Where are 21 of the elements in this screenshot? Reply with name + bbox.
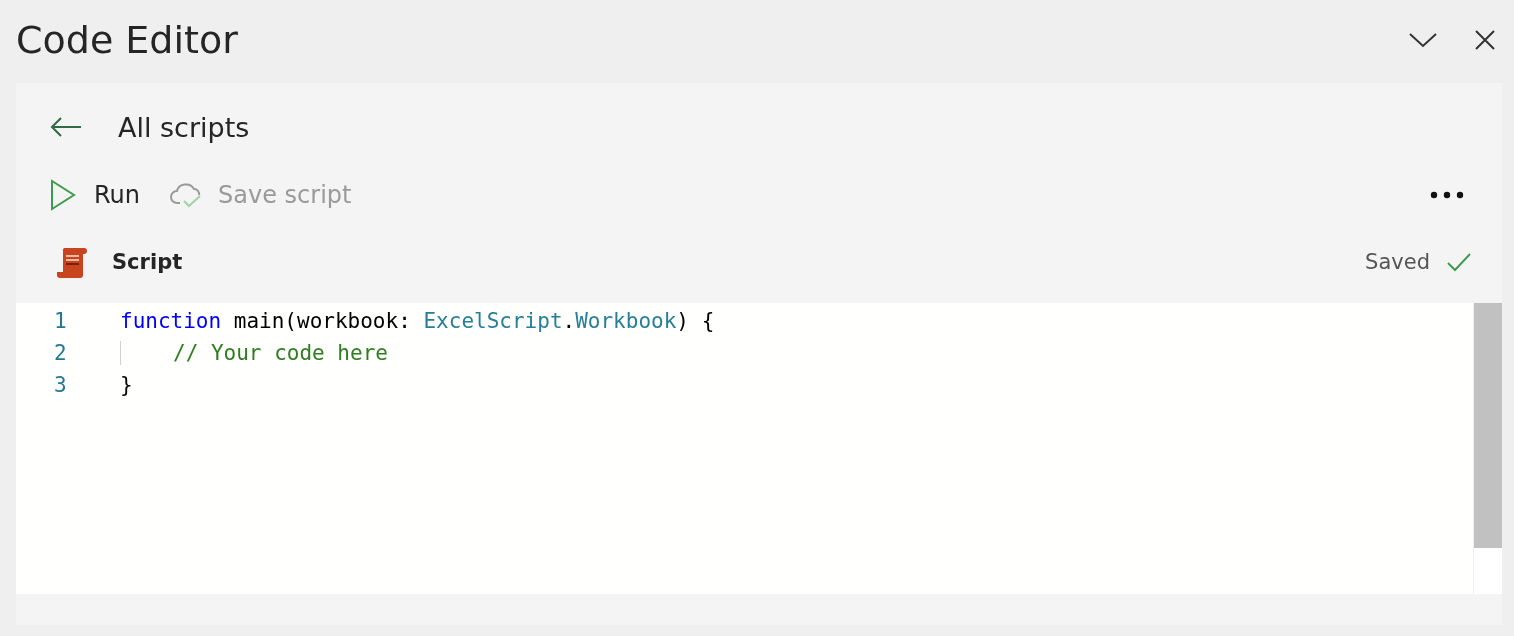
code-line: function main(workbook: ExcelScript.Workbook) { xyxy=(120,309,715,333)
scrollbar[interactable] xyxy=(1473,303,1502,594)
code-line: } xyxy=(120,373,133,397)
save-status: Saved xyxy=(1365,250,1430,274)
window-title: Code Editor xyxy=(16,17,238,62)
code-line: // Your code here xyxy=(120,341,388,365)
page-heading: All scripts xyxy=(118,111,250,143)
chevron-down-icon[interactable] xyxy=(1408,30,1438,49)
toolbar-button[interactable]: Run xyxy=(50,179,141,211)
more-options-icon[interactable] xyxy=(1430,191,1464,199)
line-number: 2 xyxy=(53,341,68,365)
checkmark-icon xyxy=(1446,252,1472,272)
play-icon xyxy=(50,179,76,211)
line-number: 1 xyxy=(53,309,68,333)
scrollbar-thumb[interactable] xyxy=(1474,303,1502,548)
script-name: Script xyxy=(112,250,183,274)
code-editor[interactable]: 1 function main(workbook: ExcelScript.Workbook) { 2 // Your code here 3 } xyxy=(16,303,1502,594)
back-arrow-icon[interactable] xyxy=(50,116,82,138)
line-number: 3 xyxy=(53,373,68,397)
script-scroll-icon xyxy=(56,245,90,279)
close-icon[interactable] xyxy=(1474,28,1496,51)
